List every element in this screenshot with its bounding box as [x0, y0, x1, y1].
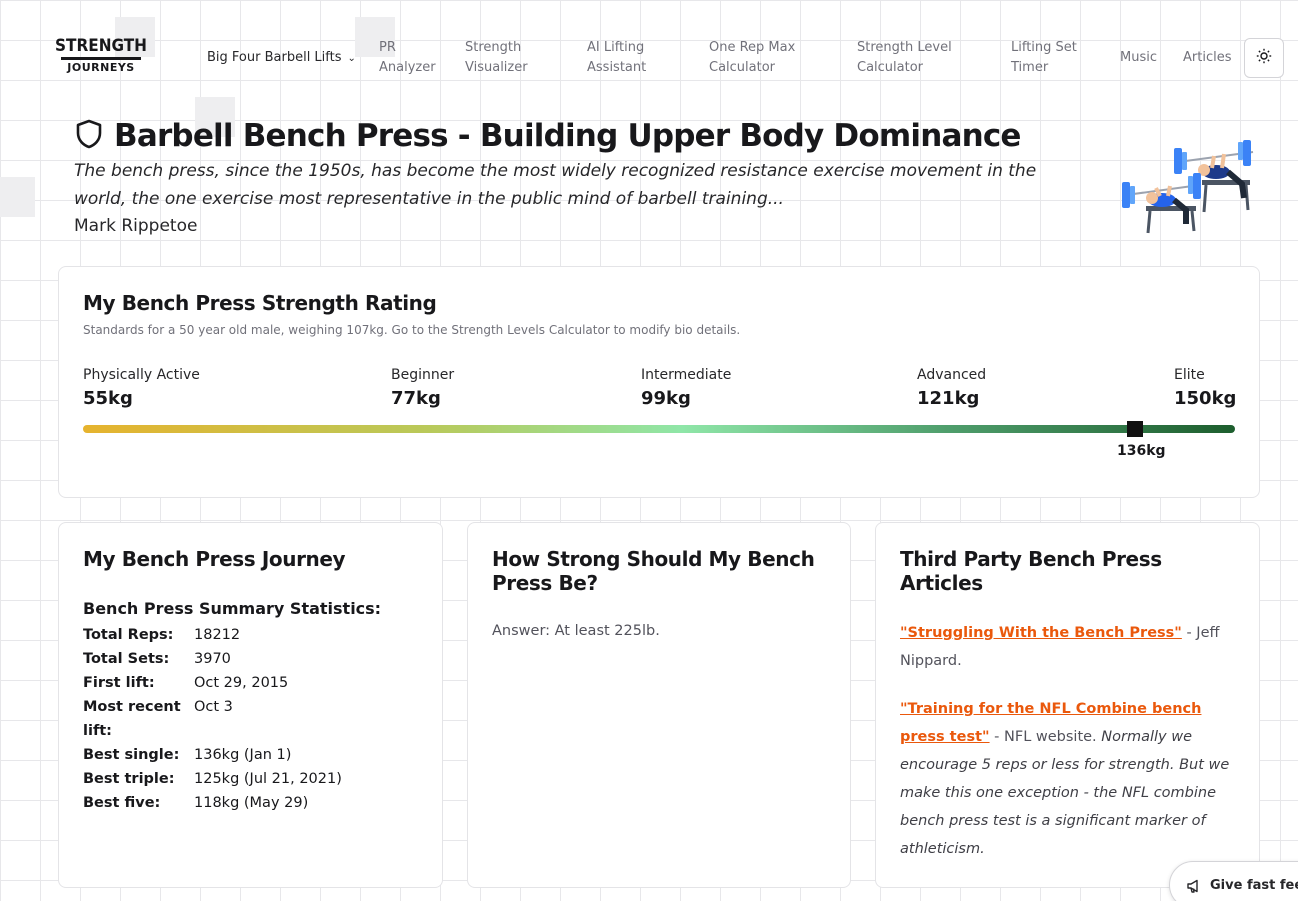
chevron-down-icon: ⌄	[347, 53, 356, 64]
grid-shade	[0, 177, 35, 217]
nav-pr-analyzer[interactable]: PR Analyzer	[379, 38, 449, 78]
article-item: "Struggling With the Bench Press" - Jeff…	[900, 619, 1236, 675]
nav-strength-visualizer[interactable]: Strength Visualizer	[465, 38, 555, 78]
level-name: Advanced	[917, 367, 987, 383]
summary-stats-title: Bench Press Summary Statistics:	[83, 599, 382, 618]
strength-rating-subtitle: Standards for a 50 year old male, weighi…	[83, 323, 741, 337]
article-item: "Training for the NFL Combine bench pres…	[900, 695, 1236, 863]
level-name: Intermediate	[641, 367, 732, 383]
shield-icon	[74, 118, 114, 154]
level-value: 77kg	[391, 388, 441, 409]
feedback-button[interactable]: Give fast feedback	[1169, 861, 1298, 901]
journey-card: My Bench Press Journey Bench Press Summa…	[58, 522, 443, 888]
nav-lifting-set-timer[interactable]: Lifting Set Timer	[1011, 38, 1101, 78]
stat-value: 136kg (Jan 1)	[194, 747, 292, 763]
page-heading: Barbell Bench Press - Building Upper Bod…	[74, 116, 1021, 156]
logo-text-bottom: JOURNEYS	[67, 61, 135, 74]
theme-toggle-button[interactable]	[1244, 38, 1284, 78]
quote-author: Mark Rippetoe	[74, 216, 198, 236]
level-physically-active: Physically Active 55kg	[83, 365, 200, 413]
nav-music[interactable]: Music	[1120, 48, 1157, 68]
stat-value: 3970	[194, 651, 231, 667]
nav-one-rep-max-calculator[interactable]: One Rep Max Calculator	[709, 38, 819, 78]
sun-icon	[1256, 48, 1272, 68]
level-name: Elite	[1174, 367, 1205, 383]
site-logo[interactable]: STRENGTH JOURNEYS	[55, 36, 147, 78]
nav-big-four-lifts-label: Big Four Barbell Lifts	[207, 50, 342, 65]
nav-big-four-lifts[interactable]: Big Four Barbell Lifts ⌄	[207, 48, 356, 69]
strength-gradient-bar	[83, 425, 1235, 433]
level-value: 121kg	[917, 388, 980, 409]
stat-key: Best triple:	[83, 771, 175, 787]
bench-press-illustration	[1118, 140, 1260, 239]
stat-row: First lift: Oct 29, 2015	[83, 671, 383, 695]
third-party-articles-card: Third Party Bench Press Articles "Strugg…	[875, 522, 1260, 888]
nav-ai-lifting-assistant[interactable]: AI Lifting Assistant	[587, 38, 677, 78]
stat-key: Best five:	[83, 795, 161, 811]
logo-barbell	[61, 57, 141, 60]
stat-key: Total Reps:	[83, 627, 174, 643]
stat-value: Oct 3	[194, 699, 233, 715]
feedback-label: Give fast feedback	[1210, 878, 1298, 893]
summary-stats-list: Total Reps: 18212 Total Sets: 3970 First l…	[83, 623, 383, 815]
strength-rating-card: My Bench Press Strength Rating Standards…	[58, 266, 1260, 498]
stat-value: Oct 29, 2015	[194, 675, 289, 691]
current-strength-marker	[1127, 421, 1143, 437]
level-name: Beginner	[391, 367, 455, 383]
stat-row: Most recent lift: Oct 3	[83, 695, 383, 743]
stat-key: Best single:	[83, 747, 180, 763]
nav-articles[interactable]: Articles	[1183, 48, 1231, 68]
stat-row: Total Reps: 18212	[83, 623, 383, 647]
how-strong-title: How Strong Should My Bench Press Be?	[492, 547, 815, 595]
level-elite: Elite 150kg	[1174, 365, 1236, 413]
stat-key: First lift:	[83, 675, 155, 691]
how-strong-answer: Answer: At least 225lb.	[492, 623, 660, 639]
level-advanced: Advanced 121kg	[917, 365, 986, 413]
current-strength-label: 136kg	[1117, 443, 1166, 459]
nav-strength-level-calculator[interactable]: Strength Level Calculator	[857, 38, 977, 78]
article-source: - NFL website.	[989, 729, 1102, 745]
stat-value: 118kg (May 29)	[194, 795, 309, 811]
logo-text-top: STRENGTH	[55, 36, 147, 56]
article-link-struggling[interactable]: "Struggling With the Bench Press"	[900, 625, 1182, 641]
top-navbar: STRENGTH JOURNEYS Big Four Barbell Lifts…	[0, 0, 1298, 116]
stat-value: 125kg (Jul 21, 2021)	[194, 771, 342, 787]
third-party-title: Third Party Bench Press Articles	[900, 547, 1162, 595]
quote-text: The bench press, since the 1950s, has be…	[74, 161, 1037, 209]
level-value: 150kg	[1174, 388, 1237, 409]
level-value: 99kg	[641, 388, 691, 409]
how-strong-card: How Strong Should My Bench Press Be? Ans…	[467, 522, 851, 888]
strength-rating-title: My Bench Press Strength Rating	[83, 291, 437, 315]
stat-key: Most recent lift:	[83, 699, 181, 739]
stat-row: Total Sets: 3970	[83, 647, 383, 671]
level-value: 55kg	[83, 388, 133, 409]
stat-row: Best five: 118kg (May 29)	[83, 791, 383, 815]
megaphone-icon	[1186, 878, 1210, 898]
level-intermediate: Intermediate 99kg	[641, 365, 731, 413]
stat-value: 18212	[194, 627, 241, 643]
stat-key: Total Sets:	[83, 651, 170, 667]
page-title: Barbell Bench Press - Building Upper Bod…	[114, 118, 1021, 154]
level-name: Physically Active	[83, 367, 200, 383]
journey-title: My Bench Press Journey	[83, 547, 346, 571]
article-note: Normally we encourage 5 reps or less for…	[900, 729, 1230, 857]
stat-row: Best single: 136kg (Jan 1)	[83, 743, 383, 767]
stat-row: Best triple: 125kg (Jul 21, 2021)	[83, 767, 383, 791]
level-beginner: Beginner 77kg	[391, 365, 454, 413]
